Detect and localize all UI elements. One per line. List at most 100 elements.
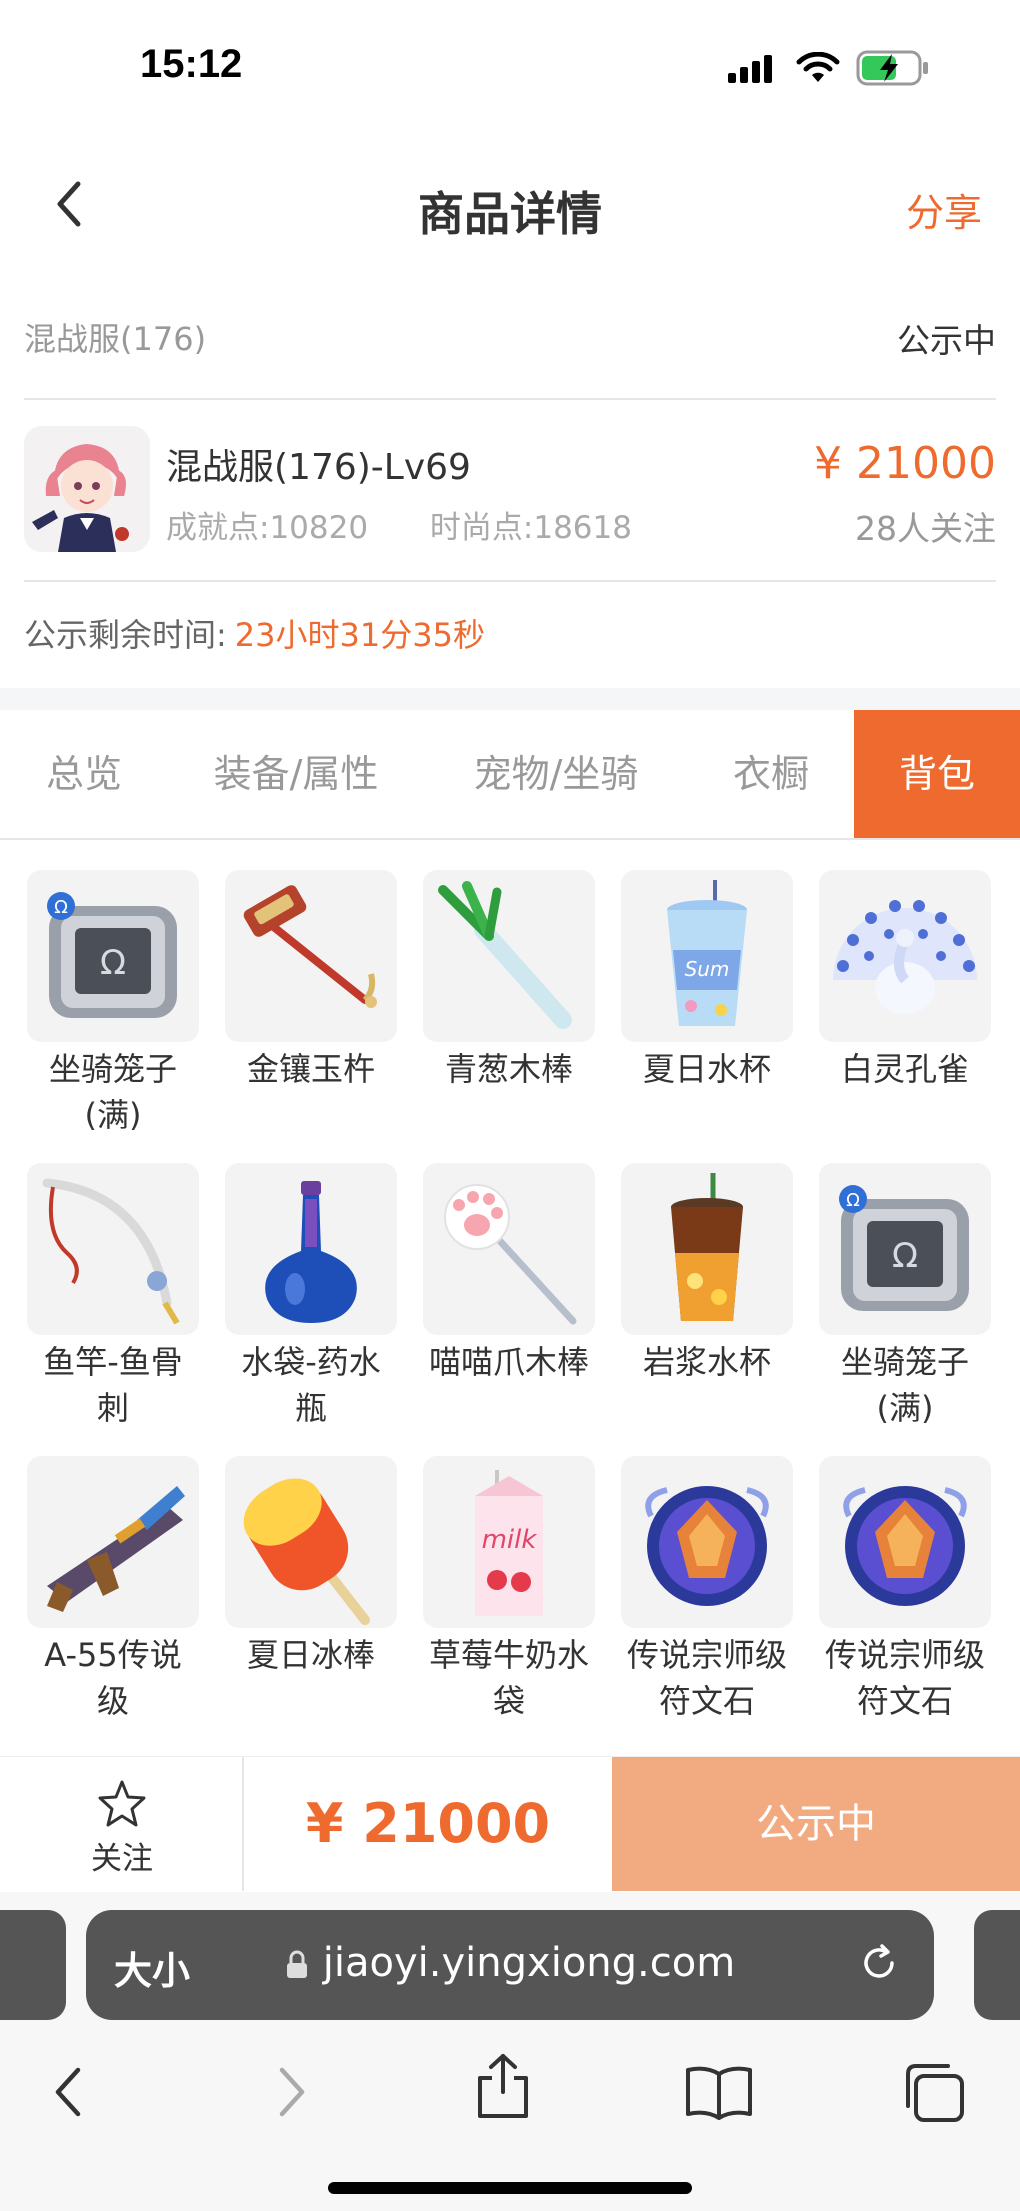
item-thumb [225,1456,397,1628]
item-name: 金镶玉杵 [246,1050,375,1088]
page-title: 商品详情 [418,187,602,241]
tab-wardrobe[interactable]: 衣橱 [688,710,854,838]
item-name: 传说宗师级 符文石 [824,1636,985,1720]
item-name: A-55传说 级 [44,1636,182,1720]
item-thumb [819,870,991,1042]
lava-cup-icon [671,1173,743,1321]
bottom-price: ¥ 21000 [305,1792,551,1855]
browser-back-icon[interactable] [46,2062,92,2122]
item-thumb [621,1163,793,1335]
next-tab-preview[interactable] [974,1910,1020,2020]
character-avatar [24,426,150,552]
rune-stone-icon [645,1486,769,1606]
item-name: 白灵孔雀 [840,1050,969,1088]
grid-item[interactable]: Ω Ω 坐骑笼子 (满) [806,1163,1004,1431]
bookmarks-icon[interactable] [684,2062,754,2122]
grid-item[interactable]: Sum 夏日水杯 [608,870,806,1092]
address-bar[interactable]: 大小 jiaoyi.yingxiong.com [86,1910,934,2020]
bottom-action-bar: 关注 ¥ 21000 公示中 [0,1756,1020,1891]
svg-text:Ω: Ω [846,1190,860,1211]
grid-item[interactable]: 金镶玉杵 [212,870,410,1092]
follow-label: 关注 [91,1841,153,1877]
cellular-signal-icon [728,55,772,83]
grid-item[interactable]: A-55传说 级 [14,1456,212,1724]
gun-icon [47,1486,185,1612]
grid-item[interactable]: 传说宗师级 符文石 [608,1456,806,1724]
item-thumb: Sum [621,870,793,1042]
item-thumb [225,1163,397,1335]
browser-chrome: 大小 jiaoyi.yingxiong.com [0,1892,1020,2211]
nav-bar: 商品详情 分享 [0,150,1020,260]
svg-text:Sum: Sum [685,957,730,981]
share-button[interactable]: 分享 [906,182,982,237]
grid-item[interactable]: 喵喵爪木棒 [410,1163,608,1385]
home-indicator [328,2182,692,2194]
achievement-points: 成就点:10820 [166,510,369,546]
item-thumb [27,1456,199,1628]
item-thumb [225,870,397,1042]
summer-cup-icon: Sum [667,880,747,1026]
milk-carton-icon: milk [475,1470,543,1616]
follower-count: 28人关注 [855,509,996,548]
grid-item[interactable]: 水袋-药水 瓶 [212,1163,410,1431]
grid-item[interactable]: 白灵孔雀 [806,870,1004,1092]
reload-icon[interactable] [856,1940,902,1986]
item-name: 夏日水杯 [642,1050,771,1088]
tab-equipment[interactable]: 装备/属性 [168,710,424,838]
rune-stone-icon [843,1486,967,1606]
tab-pets-mounts[interactable]: 宠物/坐骑 [424,710,688,838]
item-thumb: Ω Ω [819,1163,991,1335]
svg-text:Ω: Ω [54,897,68,918]
tab-overview[interactable]: 总览 [0,710,168,838]
browser-forward-icon[interactable] [268,2062,314,2122]
popsicle-icon [243,1478,370,1625]
product-summary: 混战服(176)-Lv69 成就点:10820 时尚点:18618 ¥ 2100… [24,402,996,582]
svg-text:milk: milk [482,1525,538,1555]
item-thumb [423,1163,595,1335]
item-name: 青葱木棒 [444,1050,573,1088]
product-stats: 成就点:10820 时尚点:18618 [166,502,632,547]
item-name: 坐骑笼子 (满) [840,1343,969,1427]
share-sheet-icon[interactable] [474,2052,532,2120]
leek-icon [438,881,572,1029]
tabs-icon[interactable] [902,2062,966,2124]
previous-tab-preview[interactable] [0,1910,66,2020]
grid-item[interactable]: milk 草莓牛奶水 袋 [410,1456,608,1724]
star-icon [98,1780,146,1827]
item-name: 夏日冰棒 [246,1636,375,1674]
mount-cage-icon: Ω Ω [47,892,177,1018]
wifi-icon [796,52,840,82]
grid-item[interactable]: 夏日冰棒 [212,1456,410,1678]
grid-item[interactable]: Ω Ω 坐骑笼子 (满) [14,870,212,1138]
svg-text:Ω: Ω [100,943,126,983]
item-name: 喵喵爪木棒 [428,1343,589,1381]
svg-text:Ω: Ω [892,1236,918,1276]
status-icons [728,50,930,86]
status-bar: 15:12 [0,0,1020,130]
hammer-icon [243,885,377,1008]
grid-item[interactable]: 鱼竿-鱼骨 刺 [14,1163,212,1431]
grid-item[interactable]: 岩浆水杯 [608,1163,806,1385]
battery-charging-icon [856,50,928,86]
server-name: 混战服(176) [24,320,207,358]
product-title: 混战服(176)-Lv69 [166,447,471,488]
fishing-rod-icon [42,1178,180,1325]
detail-tabs: 总览 装备/属性 宠物/坐骑 衣橱 背包 [0,710,1020,840]
item-name: 坐骑笼子 (满) [48,1050,177,1134]
item-name: 鱼竿-鱼骨 刺 [43,1343,183,1427]
paw-wand-icon [444,1184,577,1325]
follow-button[interactable]: 关注 [0,1757,244,1891]
status-time: 15:12 [140,42,243,86]
grid-item[interactable]: 青葱木棒 [410,870,608,1092]
item-thumb [423,870,595,1042]
product-price: ¥ 21000 [814,438,996,489]
item-thumb: milk [423,1456,595,1628]
item-thumb [819,1456,991,1628]
url-text: jiaoyi.yingxiong.com [86,1940,934,1986]
tab-backpack[interactable]: 背包 [854,710,1020,838]
publicity-status-button[interactable]: 公示中 [612,1757,1020,1891]
section-divider [0,688,1020,710]
peacock-icon [833,900,977,1014]
remaining-time-value: 23小时31分35秒 [234,616,485,654]
grid-item[interactable]: 传说宗师级 符文石 [806,1456,1004,1724]
